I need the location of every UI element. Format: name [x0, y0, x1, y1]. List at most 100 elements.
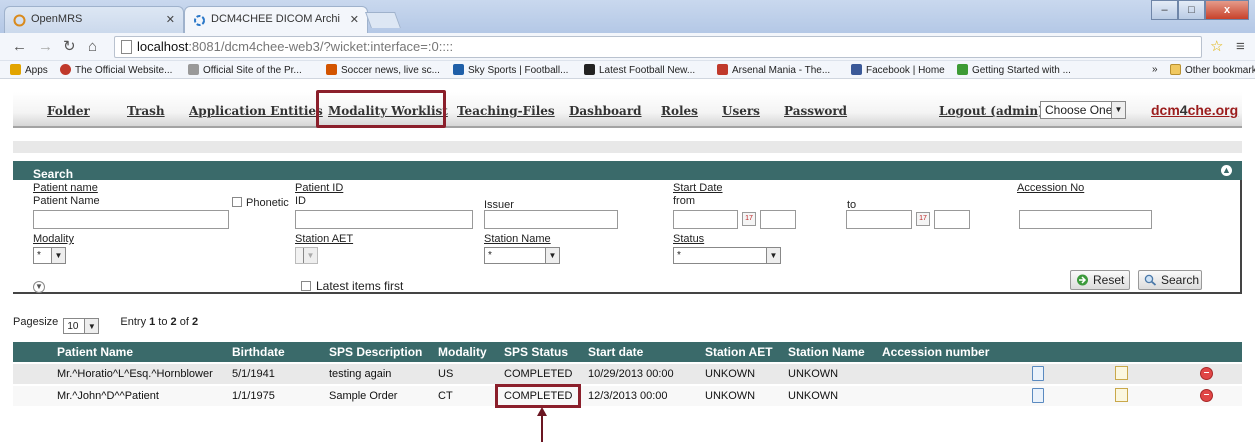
bookmark-item[interactable]: The Official Website...: [60, 64, 172, 76]
close-window-button[interactable]: x: [1205, 0, 1249, 20]
bookmark-item[interactable]: Soccer news, live sc...: [326, 64, 440, 76]
other-bookmarks[interactable]: Other bookmarks: [1170, 64, 1255, 76]
col-station-aet[interactable]: Station AET: [705, 345, 773, 359]
bookmark-apps[interactable]: Apps: [10, 64, 48, 76]
issuer-input[interactable]: [484, 210, 618, 229]
forward-arrow-icon[interactable]: →: [38, 39, 53, 54]
start-date-to-input[interactable]: [846, 210, 912, 229]
station-aet-select[interactable]: ▼: [295, 247, 318, 264]
entry-prefix: Entry: [120, 316, 150, 328]
col-station-name[interactable]: Station Name: [788, 345, 865, 359]
minimize-button[interactable]: –: [1151, 0, 1178, 20]
nav-teaching-files[interactable]: Teaching-Files: [457, 104, 555, 118]
col-accession-number[interactable]: Accession number: [882, 345, 989, 359]
delete-icon[interactable]: –: [1200, 389, 1213, 402]
station-name-select[interactable]: * ▼: [484, 247, 560, 264]
search-title: Search: [33, 167, 74, 181]
tab-label: DCM4CHEE DICOM Archi: [211, 13, 340, 25]
home-icon[interactable]: ⌂: [88, 39, 97, 54]
accession-no-input[interactable]: [1019, 210, 1152, 229]
cell-birthdate: 1/1/1975: [232, 390, 275, 402]
bookmark-item[interactable]: Official Site of the Pr...: [188, 64, 302, 76]
edit-icon[interactable]: [1115, 388, 1128, 402]
bookmark-item[interactable]: Sky Sports | Football...: [453, 64, 568, 76]
start-time-from-input[interactable]: [760, 210, 796, 229]
bookmark-label: Facebook | Home: [866, 65, 945, 76]
station-name-sort-link[interactable]: Station Name: [484, 233, 551, 245]
accession-no-sort-link[interactable]: Accession No: [1017, 182, 1084, 194]
nav-roles[interactable]: Roles: [661, 104, 698, 118]
chrome-menu-icon[interactable]: ≡: [1236, 39, 1245, 54]
close-tab-icon[interactable]: ✕: [350, 13, 359, 26]
document-icon[interactable]: [1032, 388, 1044, 403]
nav-application-entities[interactable]: Application Entities: [189, 104, 323, 118]
bookmark-label: Sky Sports | Football...: [468, 65, 569, 76]
sky-sports-icon: [453, 64, 464, 75]
tab-openmrs[interactable]: OpenMRS ✕: [4, 6, 184, 33]
start-time-to-input[interactable]: [934, 210, 970, 229]
reset-button[interactable]: Reset: [1070, 270, 1130, 290]
bookmarks-overflow-button[interactable]: »: [1152, 64, 1158, 75]
logout-link[interactable]: Logout (admin): [939, 104, 1044, 118]
col-sps-status[interactable]: SPS Status: [504, 345, 568, 359]
language-select[interactable]: Choose One ▼: [1040, 101, 1126, 119]
col-patient-name[interactable]: Patient Name: [57, 345, 133, 359]
start-date-from-input[interactable]: [673, 210, 738, 229]
cell-patient-name: Mr.^John^D^^Patient: [57, 390, 159, 402]
start-date-sort-link[interactable]: Start Date: [673, 182, 723, 194]
soccer-icon: [326, 64, 337, 75]
phonetic-checkbox[interactable]: [232, 197, 242, 207]
url-input[interactable]: localhost:8081/dcm4chee-web3/?wicket:int…: [114, 36, 1202, 58]
col-modality[interactable]: Modality: [438, 345, 487, 359]
cell-start-date: 10/29/2013 00:00: [588, 368, 674, 380]
status-select[interactable]: * ▼: [673, 247, 781, 264]
latest-items-first-checkbox[interactable]: [301, 281, 311, 291]
patient-name-sort-link[interactable]: Patient name: [33, 182, 98, 194]
collapse-icon[interactable]: ▲: [1221, 165, 1232, 176]
status-select-value: *: [677, 250, 681, 261]
col-birthdate[interactable]: Birthdate: [232, 345, 285, 359]
bookmark-label: The Official Website...: [75, 65, 173, 76]
expand-options-icon[interactable]: ▼: [33, 281, 45, 293]
station-aet-sort-link[interactable]: Station AET: [295, 233, 353, 245]
dcm4che-link[interactable]: dcm4che.org: [1151, 102, 1238, 118]
patient-id-sort-link[interactable]: Patient ID: [295, 182, 343, 194]
search-button[interactable]: Search: [1138, 270, 1202, 290]
calendar-icon[interactable]: 17: [916, 212, 930, 226]
nav-folder[interactable]: Folder: [47, 104, 90, 118]
bookmark-star-icon[interactable]: ☆: [1210, 39, 1223, 54]
delete-icon[interactable]: –: [1200, 367, 1213, 380]
table-row[interactable]: Mr.^John^D^^Patient 1/1/1975 Sample Orde…: [13, 386, 1242, 406]
edit-icon[interactable]: [1115, 366, 1128, 380]
pagesize-select[interactable]: 10 ▼: [63, 318, 100, 334]
chevron-down-icon: ▼: [303, 248, 317, 263]
patient-id-input[interactable]: [295, 210, 473, 229]
close-tab-icon[interactable]: ✕: [166, 13, 175, 26]
bookmark-item[interactable]: Latest Football New...: [584, 64, 695, 76]
facebook-icon: [851, 64, 862, 75]
bookmark-item[interactable]: Getting Started with ...: [957, 64, 1071, 76]
back-arrow-icon[interactable]: ←: [12, 39, 27, 54]
url-path: :8081/dcm4chee-web3/?wicket:interface=:0…: [188, 39, 454, 54]
modality-sort-link[interactable]: Modality: [33, 233, 74, 245]
nav-users[interactable]: Users: [722, 104, 760, 118]
modality-select[interactable]: * ▼: [33, 247, 66, 264]
table-row[interactable]: Mr.^Horatio^L^Esq.^Hornblower 5/1/1941 t…: [13, 364, 1242, 384]
reload-icon[interactable]: ↻: [63, 39, 76, 54]
tab-dcm4chee[interactable]: DCM4CHEE DICOM Archi ✕: [184, 6, 368, 33]
nav-trash[interactable]: Trash: [127, 104, 165, 118]
bookmark-item[interactable]: Arsenal Mania - The...: [717, 64, 830, 76]
new-tab-button[interactable]: [365, 12, 401, 28]
status-sort-link[interactable]: Status: [673, 233, 704, 245]
patient-name-input[interactable]: [33, 210, 229, 229]
col-sps-description[interactable]: SPS Description: [329, 345, 422, 359]
annotation-arrow-icon: [537, 407, 547, 442]
calendar-icon[interactable]: 17: [742, 212, 756, 226]
cell-modality: US: [438, 368, 454, 380]
col-start-date[interactable]: Start date: [588, 345, 643, 359]
bookmark-item[interactable]: Facebook | Home: [851, 64, 945, 76]
nav-dashboard[interactable]: Dashboard: [569, 104, 642, 118]
document-icon[interactable]: [1032, 366, 1044, 381]
nav-password[interactable]: Password: [784, 104, 847, 118]
maximize-button[interactable]: □: [1178, 0, 1205, 20]
